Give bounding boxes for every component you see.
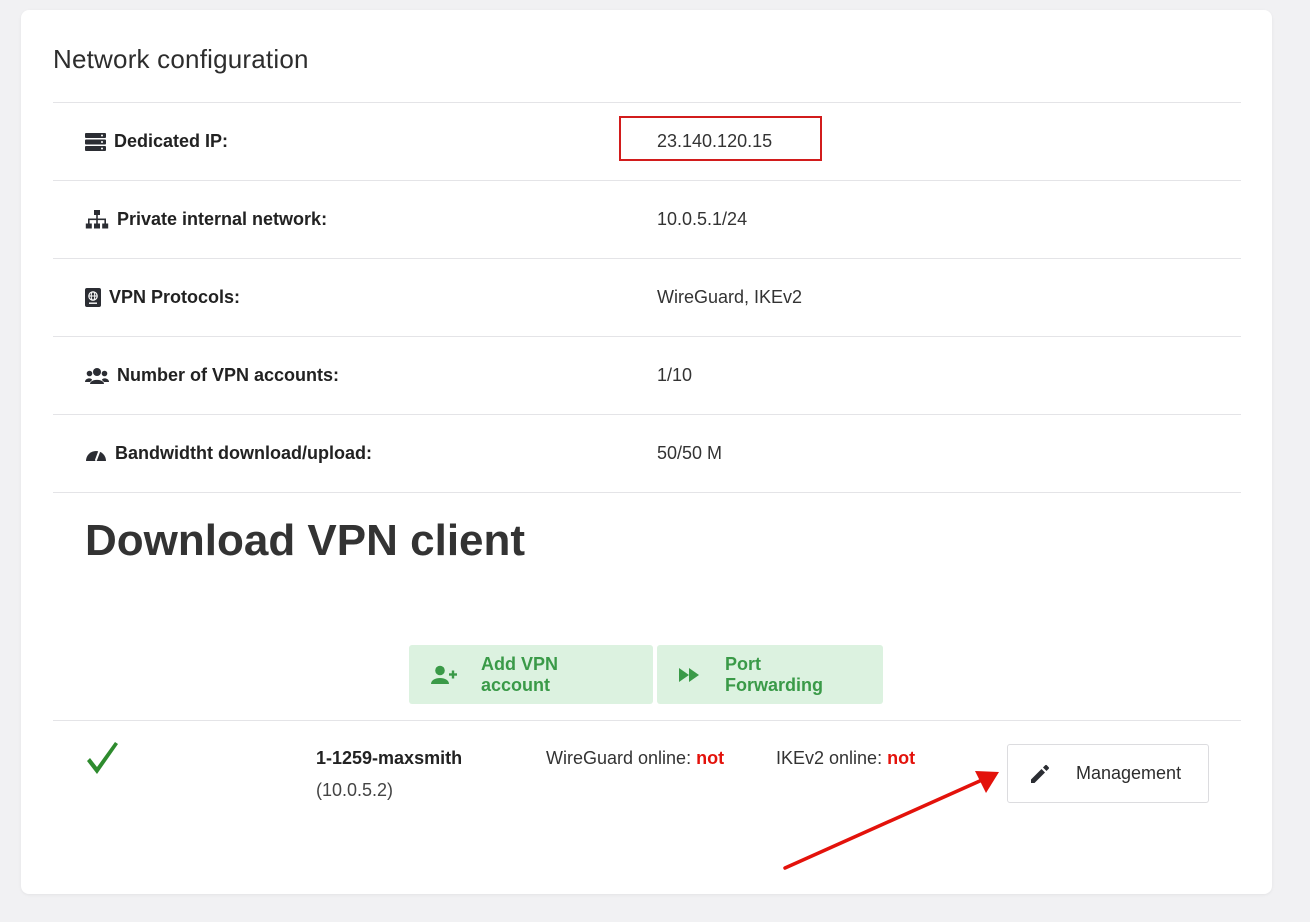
ikev2-status: IKEv2 online: not xyxy=(776,748,915,769)
page-title: Network configuration xyxy=(53,44,309,74)
add-vpn-account-label: Add VPN account xyxy=(481,653,559,695)
add-user-icon xyxy=(431,665,457,685)
config-row-private-network: Private internal network: 10.0.5.1/24 xyxy=(53,180,1241,258)
management-button[interactable]: Management xyxy=(1007,744,1209,803)
config-table: Dedicated IP: 23.140.120.15 Private inte… xyxy=(53,102,1241,493)
action-buttons: Add VPN account Port Forwarding xyxy=(409,645,883,704)
config-label-text: VPN Protocols: xyxy=(109,287,241,307)
account-name: 1-1259-maxsmith xyxy=(316,748,463,768)
config-label-private-network: Private internal network: xyxy=(85,181,327,258)
checkmark-icon xyxy=(85,740,119,781)
ikev2-status-value: not xyxy=(887,748,916,768)
config-label-vpn-accounts: Number of VPN accounts: xyxy=(85,337,339,414)
divider xyxy=(53,720,1241,721)
users-icon xyxy=(85,367,109,385)
config-value-vpn-protocols: WireGuard, IKEv2 xyxy=(657,287,803,307)
network-configuration-card: Network configuration Dedicated IP: 23.1… xyxy=(21,10,1272,894)
config-label-text: Private internal network: xyxy=(117,209,328,229)
config-label-text: Dedicated IP: xyxy=(114,131,229,151)
server-icon xyxy=(85,132,106,151)
download-heading: Download VPN client xyxy=(85,516,526,565)
config-label-text: Bandwidtht download/upload: xyxy=(115,443,372,463)
config-label-dedicated-ip: Dedicated IP: xyxy=(85,103,228,180)
wireguard-status: WireGuard online: not xyxy=(546,748,724,769)
speedometer-icon xyxy=(85,446,107,462)
config-value-bandwidth: 50/50 M xyxy=(657,443,723,463)
wireguard-status-value: not xyxy=(696,748,725,768)
network-icon xyxy=(85,209,109,230)
management-label: Management xyxy=(1076,763,1182,783)
config-value-dedicated-ip: 23.140.120.15 xyxy=(657,131,773,151)
account-ip: (10.0.5.2) xyxy=(316,780,394,800)
config-value-private-network: 10.0.5.1/24 xyxy=(657,209,748,229)
port-forwarding-label: Port Forwarding xyxy=(725,653,823,695)
config-row-dedicated-ip: Dedicated IP: 23.140.120.15 xyxy=(53,102,1241,180)
config-row-bandwidth: Bandwidtht download/upload: 50/50 M xyxy=(53,414,1241,493)
pencil-icon xyxy=(1030,764,1050,784)
wireguard-status-label: WireGuard online: xyxy=(546,748,697,768)
passport-icon xyxy=(85,288,101,307)
config-label-bandwidth: Bandwidtht download/upload: xyxy=(85,415,372,492)
port-forwarding-button[interactable]: Port Forwarding xyxy=(657,645,883,704)
add-vpn-account-button[interactable]: Add VPN account xyxy=(409,645,653,704)
config-value-vpn-accounts: 1/10 xyxy=(657,365,693,385)
config-row-vpn-accounts: Number of VPN accounts: 1/10 xyxy=(53,336,1241,414)
fast-forward-icon xyxy=(679,667,701,682)
config-label-text: Number of VPN accounts: xyxy=(117,365,340,385)
ikev2-status-label: IKEv2 online: xyxy=(776,748,888,768)
config-label-vpn-protocols: VPN Protocols: xyxy=(85,259,240,336)
config-row-vpn-protocols: VPN Protocols: WireGuard, IKEv2 xyxy=(53,258,1241,336)
